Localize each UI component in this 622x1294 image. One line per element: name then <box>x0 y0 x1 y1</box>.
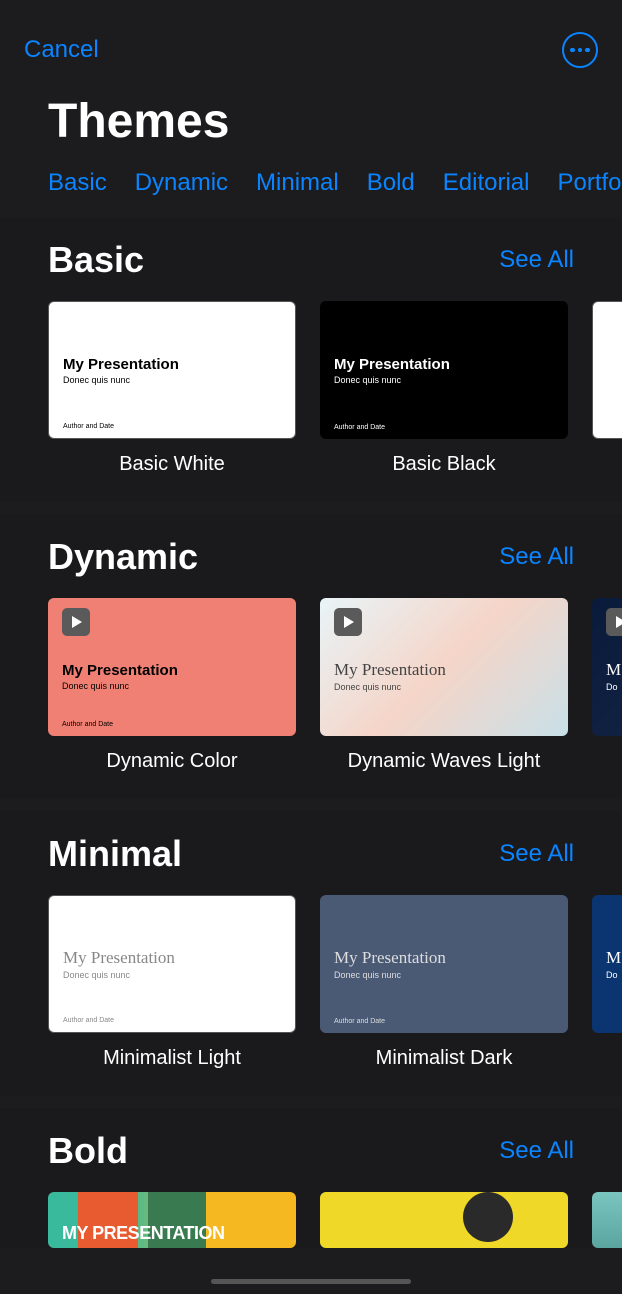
tab-dynamic[interactable]: Dynamic <box>135 169 228 197</box>
theme-label: Basic White <box>48 453 296 476</box>
theme-minimal-peek[interactable]: M Do <box>592 895 622 1070</box>
thumb-footer: Author and Date <box>62 721 113 728</box>
thumb-title: My Presentation <box>63 948 281 968</box>
theme-minimalist-light[interactable]: My Presentation Donec quis nunc Author a… <box>48 895 296 1070</box>
ellipsis-icon <box>570 48 590 53</box>
theme-bold-peek[interactable] <box>592 1192 622 1248</box>
theme-basic-black[interactable]: My Presentation Donec quis nunc Author a… <box>320 301 568 476</box>
play-icon <box>334 608 362 636</box>
section-minimal: Minimal See All My Presentation Donec qu… <box>0 811 622 1096</box>
category-tabs: Basic Dynamic Minimal Bold Editorial Por… <box>0 157 622 217</box>
theme-basic-white[interactable]: My Presentation Donec quis nunc Author a… <box>48 301 296 476</box>
section-title-basic: Basic <box>48 239 144 281</box>
tab-bold[interactable]: Bold <box>367 169 415 197</box>
see-all-dynamic[interactable]: See All <box>499 543 574 571</box>
theme-dynamic-color[interactable]: My Presentation Donec quis nunc Author a… <box>48 598 296 773</box>
theme-dynamic-waves-light[interactable]: My Presentation Donec quis nunc Dynamic … <box>320 598 568 773</box>
thumb-title: My Presentation <box>334 660 554 680</box>
thumb-footer: Author and Date <box>334 1018 385 1025</box>
theme-bold-1[interactable]: MY PRESENTATION <box>48 1192 296 1248</box>
cancel-button[interactable]: Cancel <box>24 36 99 64</box>
theme-minimalist-dark[interactable]: My Presentation Donec quis nunc Author a… <box>320 895 568 1070</box>
theme-dynamic-peek[interactable]: M Do <box>592 598 622 773</box>
see-all-bold[interactable]: See All <box>499 1137 574 1165</box>
section-title-minimal: Minimal <box>48 833 182 875</box>
theme-label: Minimalist Light <box>48 1047 296 1070</box>
home-indicator[interactable] <box>211 1279 411 1284</box>
see-all-minimal[interactable]: See All <box>499 840 574 868</box>
section-bold: Bold See All MY PRESENTATION <box>0 1108 622 1248</box>
theme-basic-peek[interactable] <box>592 301 622 476</box>
section-basic: Basic See All My Presentation Donec quis… <box>0 217 622 502</box>
theme-bold-2[interactable] <box>320 1192 568 1248</box>
thumb-title: My Presentation <box>62 662 282 679</box>
more-options-button[interactable] <box>562 32 598 68</box>
thumb-subtitle: Donec quis nunc <box>334 970 554 980</box>
thumb-subtitle: Donec quis nunc <box>334 375 554 385</box>
page-title: Themes <box>0 76 622 157</box>
thumb-title: My Presentation <box>63 356 281 373</box>
thumb-subtitle: Donec quis nunc <box>62 681 282 691</box>
theme-label: Minimalist Dark <box>320 1047 568 1070</box>
thumb-footer: Author and Date <box>63 423 114 430</box>
section-dynamic: Dynamic See All My Presentation Donec qu… <box>0 514 622 799</box>
thumb-footer: Author and Date <box>63 1017 114 1024</box>
tab-minimal[interactable]: Minimal <box>256 169 339 197</box>
theme-label: Basic Black <box>320 453 568 476</box>
theme-label: Dynamic Waves Light <box>320 750 568 773</box>
thumb-subtitle: Donec quis nunc <box>63 970 281 980</box>
section-title-dynamic: Dynamic <box>48 536 198 578</box>
tab-basic[interactable]: Basic <box>48 169 107 197</box>
section-title-bold: Bold <box>48 1130 128 1172</box>
theme-label: Dynamic Color <box>48 750 296 773</box>
thumb-subtitle: Donec quis nunc <box>63 375 281 385</box>
thumb-title: MY PRESENTATION <box>62 1223 225 1244</box>
thumb-title: My Presentation <box>334 948 554 968</box>
see-all-basic[interactable]: See All <box>499 246 574 274</box>
play-icon <box>62 608 90 636</box>
tab-portfolio[interactable]: Portfolio <box>558 169 622 197</box>
thumb-footer: Author and Date <box>334 424 385 431</box>
play-icon <box>606 608 622 636</box>
tab-editorial[interactable]: Editorial <box>443 169 530 197</box>
thumb-title: My Presentation <box>334 356 554 373</box>
thumb-subtitle: Donec quis nunc <box>334 682 554 692</box>
